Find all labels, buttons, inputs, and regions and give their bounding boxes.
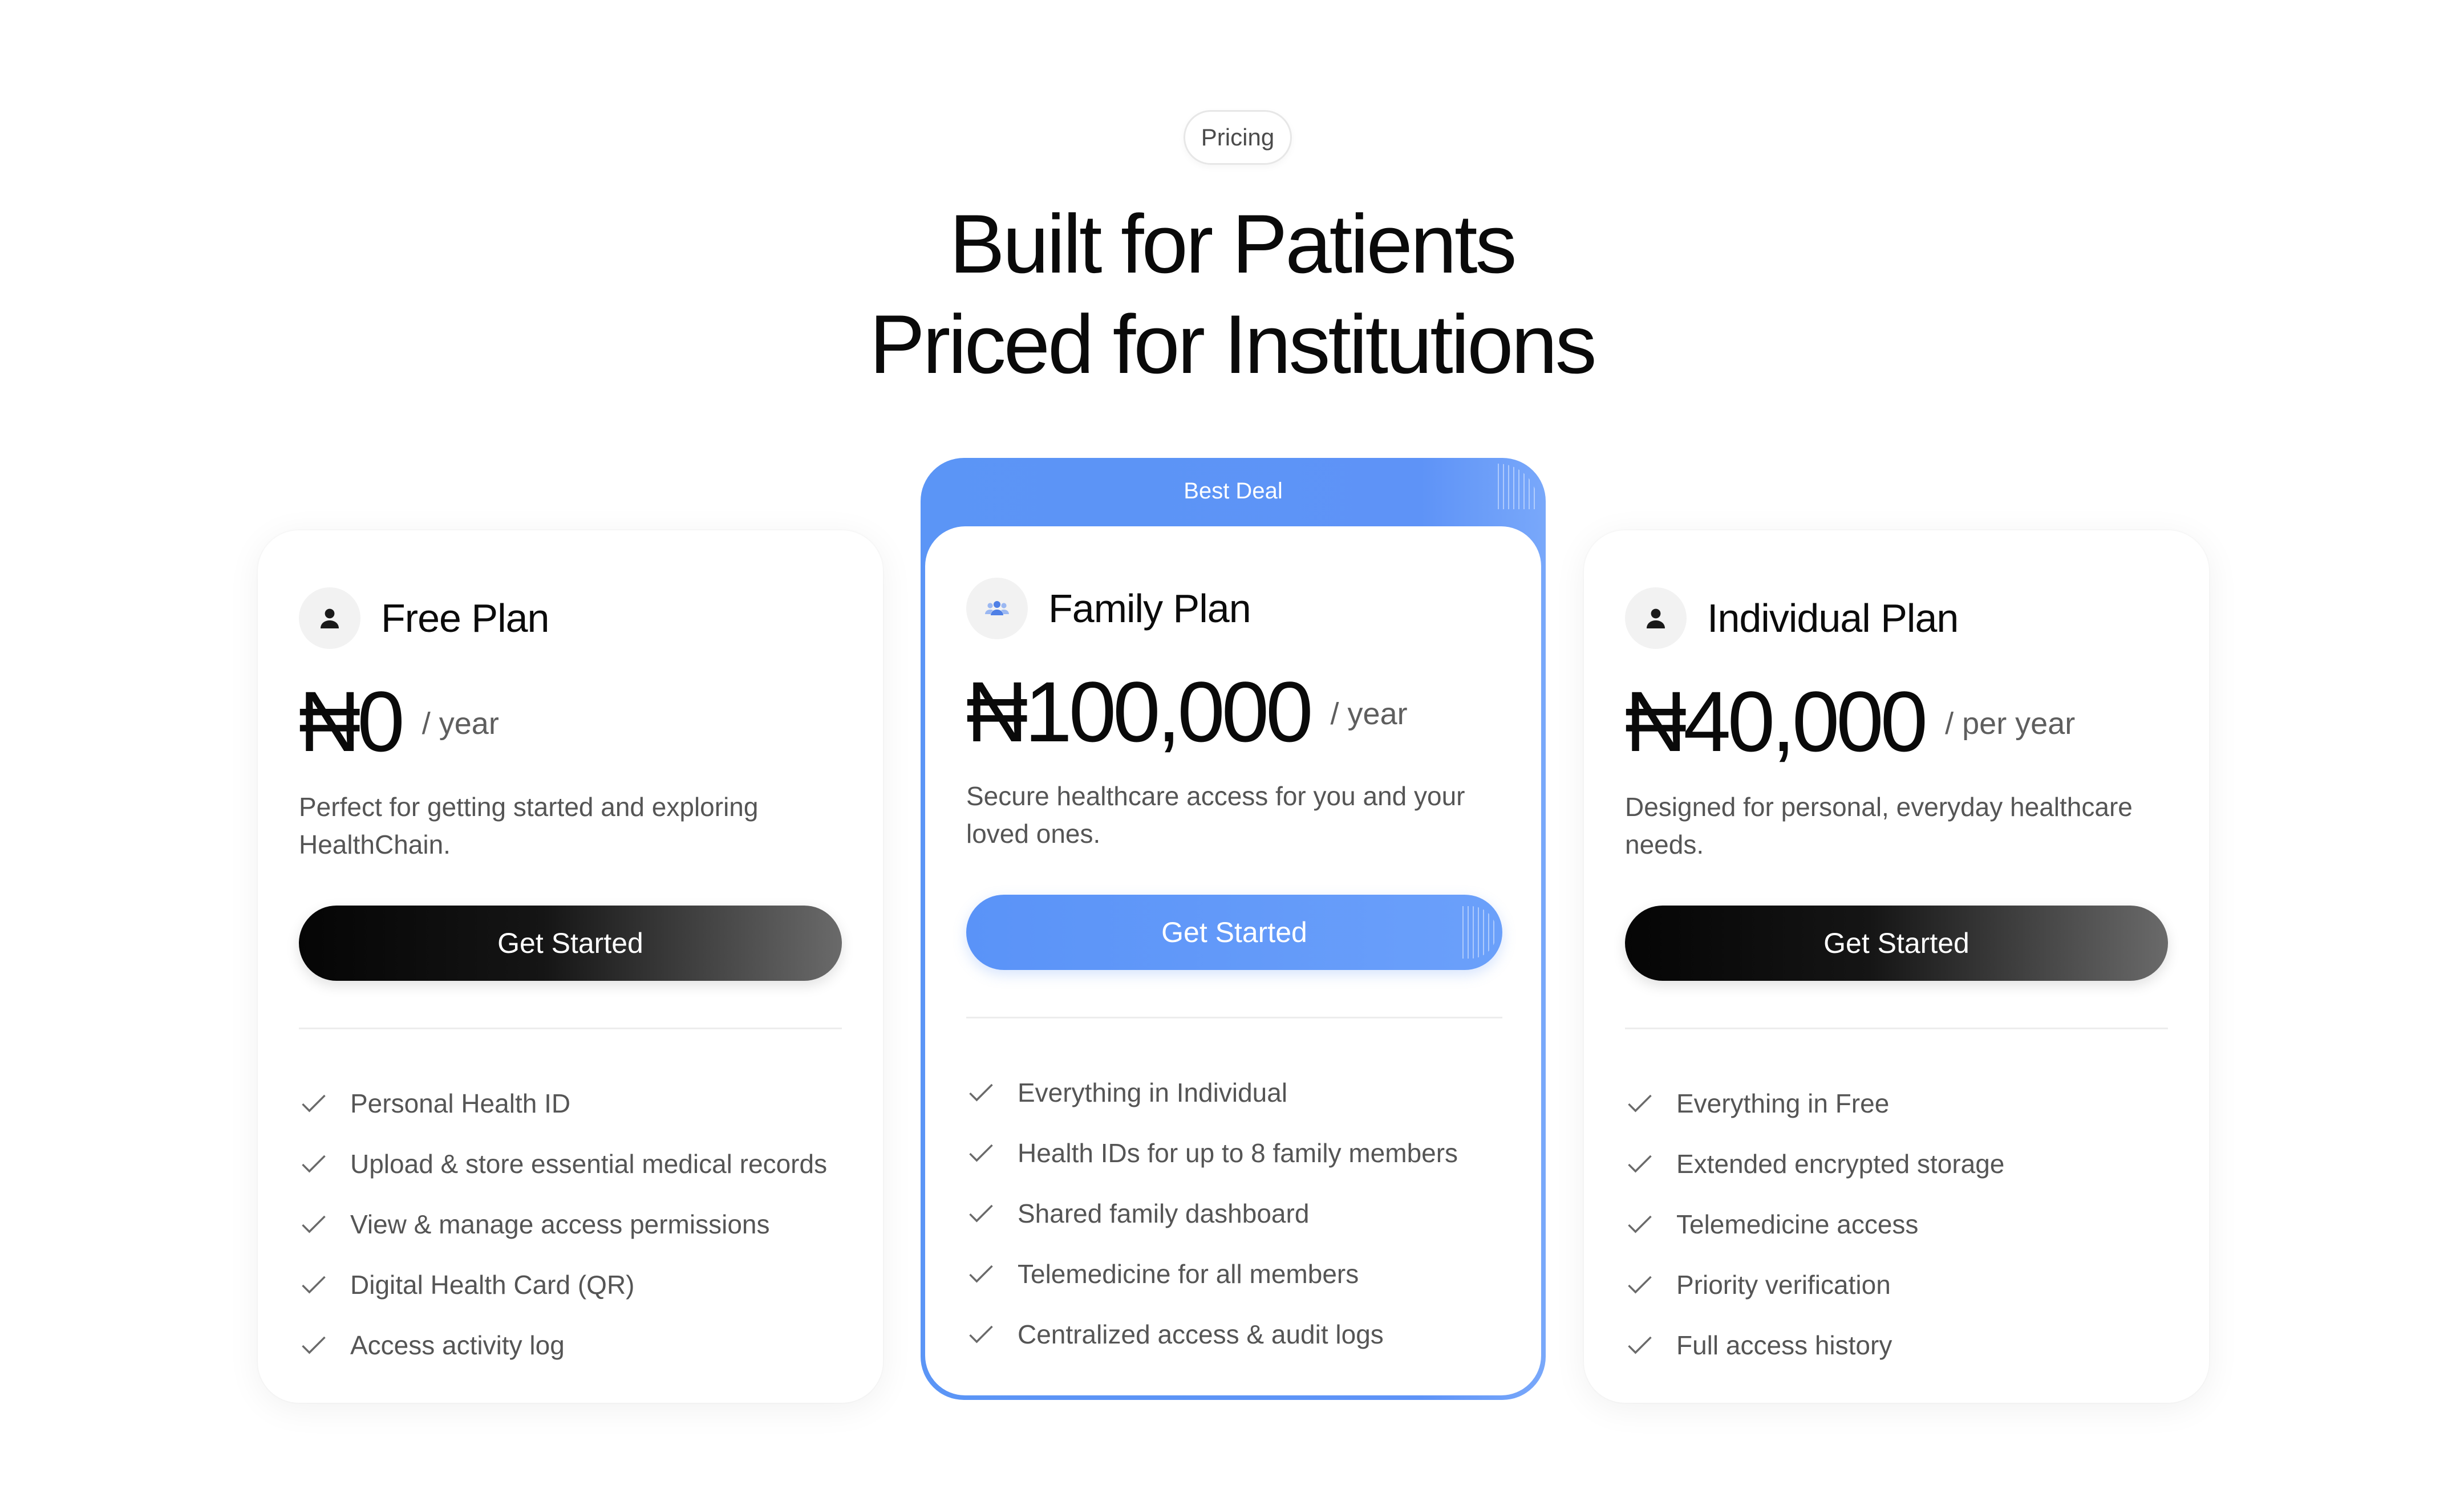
check-icon xyxy=(1628,1155,1652,1173)
price-row: ₦0 / year xyxy=(299,673,499,770)
feature-label: Upload & store essential medical records xyxy=(350,1149,828,1179)
user-icon xyxy=(1625,587,1687,649)
feature-item: Telemedicine for all members xyxy=(966,1244,1458,1304)
plan-period: / per year xyxy=(1945,707,2076,741)
plan-description: Secure healthcare access for you and you… xyxy=(966,781,1465,849)
feature-item: Access activity log xyxy=(299,1315,827,1375)
individual-plan-card: Individual Plan ₦40,000 / per year Desig… xyxy=(1584,530,2209,1403)
feature-item: Full access history xyxy=(1625,1315,2004,1375)
feature-label: Everything in Free xyxy=(1676,1089,1890,1118)
feature-item: Centralized access & audit logs xyxy=(966,1304,1458,1365)
feature-label: Full access history xyxy=(1676,1330,1892,1360)
get-started-button[interactable]: Get Started xyxy=(1625,906,2168,981)
feature-label: Everything in Individual xyxy=(1018,1078,1288,1107)
check-icon xyxy=(969,1204,993,1223)
feature-item: Shared family dashboard xyxy=(966,1183,1458,1244)
feature-label: Digital Health Card (QR) xyxy=(350,1270,635,1300)
plan-period: / year xyxy=(1330,697,1408,731)
user-icon xyxy=(299,587,360,649)
feature-label: Extended encrypted storage xyxy=(1676,1149,2005,1179)
feature-label: Access activity log xyxy=(350,1330,565,1360)
check-icon xyxy=(1628,1336,1652,1354)
divider xyxy=(966,1017,1502,1018)
check-icon xyxy=(969,1083,993,1102)
plan-price: ₦0 xyxy=(299,673,405,769)
check-icon xyxy=(302,1155,326,1173)
divider xyxy=(1625,1028,2168,1029)
check-icon xyxy=(969,1144,993,1162)
plan-name: Free Plan xyxy=(381,596,549,640)
feature-list: Everything in Individual Health IDs for … xyxy=(966,1062,1458,1365)
feature-item: Everything in Individual xyxy=(966,1062,1458,1123)
plan-description: Designed for personal, everyday healthca… xyxy=(1625,792,2133,859)
feature-label: View & manage access permissions xyxy=(350,1209,770,1239)
feature-item: View & manage access permissions xyxy=(299,1194,827,1255)
check-icon xyxy=(302,1336,326,1354)
headline-line-2: Priced for Institutions xyxy=(869,298,1596,391)
plan-price: ₦100,000 xyxy=(966,664,1314,760)
family-plan-highlight: Best Deal Family Plan ₦100,000 / year Se… xyxy=(921,458,1546,1400)
get-started-button[interactable]: Get Started xyxy=(966,895,1502,970)
check-icon xyxy=(1628,1215,1652,1233)
price-row: ₦40,000 / per year xyxy=(1625,673,2075,770)
check-icon xyxy=(302,1215,326,1233)
feature-label: Telemedicine access xyxy=(1676,1209,1919,1239)
plan-header: Individual Plan xyxy=(1625,587,1959,649)
decorative-stripes xyxy=(1462,906,1497,959)
feature-item: Health IDs for up to 8 family members xyxy=(966,1123,1458,1183)
feature-item: Extended encrypted storage xyxy=(1625,1134,2004,1194)
feature-item: Digital Health Card (QR) xyxy=(299,1255,827,1315)
feature-item: Priority verification xyxy=(1625,1255,2004,1315)
free-plan-card: Free Plan ₦0 / year Perfect for getting … xyxy=(258,530,883,1403)
plan-name: Family Plan xyxy=(1048,586,1251,631)
feature-label: Personal Health ID xyxy=(350,1089,571,1118)
check-icon xyxy=(969,1325,993,1343)
price-row: ₦100,000 / year xyxy=(966,663,1408,760)
plan-period: / year xyxy=(422,707,499,741)
feature-item: Everything in Free xyxy=(1625,1073,2004,1134)
get-started-button[interactable]: Get Started xyxy=(299,906,842,981)
pricing-badge: Pricing xyxy=(1184,110,1292,165)
plan-price: ₦40,000 xyxy=(1625,673,1928,769)
get-started-label: Get Started xyxy=(1161,916,1307,948)
best-deal-label: Best Deal xyxy=(1184,478,1283,504)
feature-label: Priority verification xyxy=(1676,1270,1891,1300)
check-icon xyxy=(1628,1276,1652,1294)
feature-item: Personal Health ID xyxy=(299,1073,827,1134)
headline-line-1: Built for Patients xyxy=(949,197,1517,290)
plan-name: Individual Plan xyxy=(1707,596,1959,640)
plan-description: Perfect for getting started and explorin… xyxy=(299,792,759,859)
feature-label: Health IDs for up to 8 family members xyxy=(1018,1138,1458,1168)
plan-header: Family Plan xyxy=(966,578,1251,639)
family-icon xyxy=(966,578,1028,639)
feature-item: Upload & store essential medical records xyxy=(299,1134,827,1194)
plan-header: Free Plan xyxy=(299,587,549,649)
feature-label: Shared family dashboard xyxy=(1018,1199,1310,1228)
check-icon xyxy=(302,1276,326,1294)
feature-label: Centralized access & audit logs xyxy=(1018,1320,1384,1349)
family-plan-card: Family Plan ₦100,000 / year Secure healt… xyxy=(925,526,1541,1395)
check-icon xyxy=(1628,1094,1652,1113)
check-icon xyxy=(969,1265,993,1283)
check-icon xyxy=(302,1094,326,1113)
feature-item: Telemedicine access xyxy=(1625,1194,2004,1255)
feature-label: Telemedicine for all members xyxy=(1018,1259,1359,1289)
feature-list: Everything in Free Extended encrypted st… xyxy=(1625,1073,2004,1375)
feature-list: Personal Health ID Upload & store essent… xyxy=(299,1073,827,1375)
divider xyxy=(299,1028,842,1029)
